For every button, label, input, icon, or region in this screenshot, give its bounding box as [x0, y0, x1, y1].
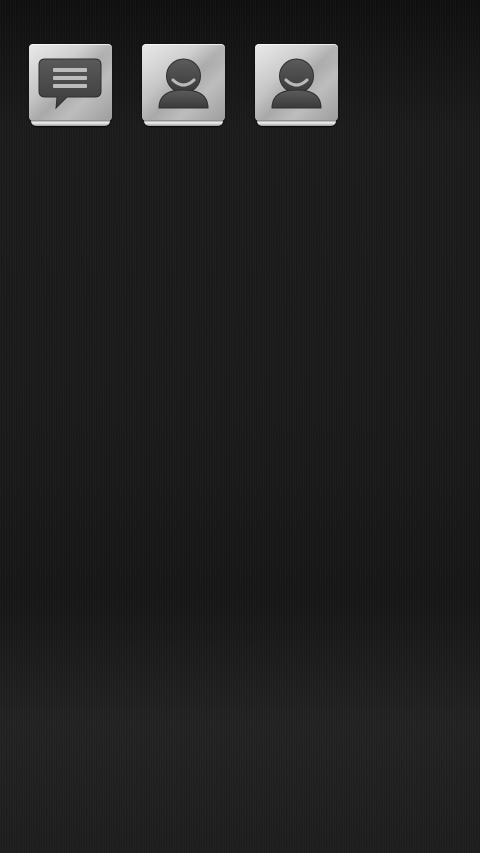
contact-shortcut[interactable] — [142, 44, 225, 128]
home-screen — [0, 0, 480, 853]
shortcut-row — [29, 44, 338, 128]
contact-shortcut-2[interactable] — [255, 44, 338, 128]
messaging-shortcut[interactable] — [29, 44, 112, 128]
contact-icon — [158, 58, 209, 109]
contact-icon — [271, 58, 322, 109]
message-icon — [38, 58, 102, 110]
